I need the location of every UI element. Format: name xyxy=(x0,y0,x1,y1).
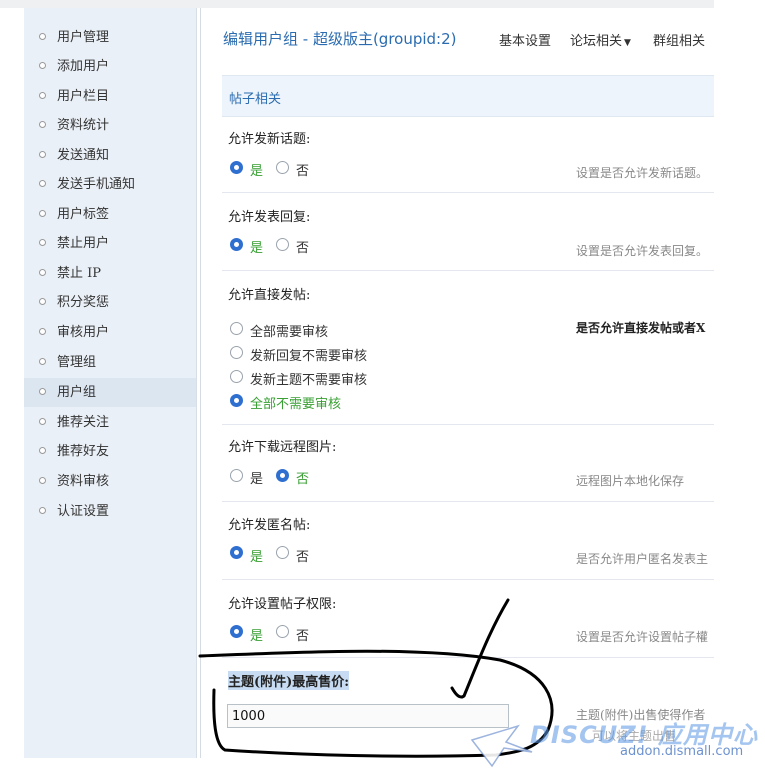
hand-drawn-check-mark xyxy=(450,598,510,699)
annotation-overlay xyxy=(198,598,554,758)
watermark-url: addon.dismall.com xyxy=(620,744,744,759)
